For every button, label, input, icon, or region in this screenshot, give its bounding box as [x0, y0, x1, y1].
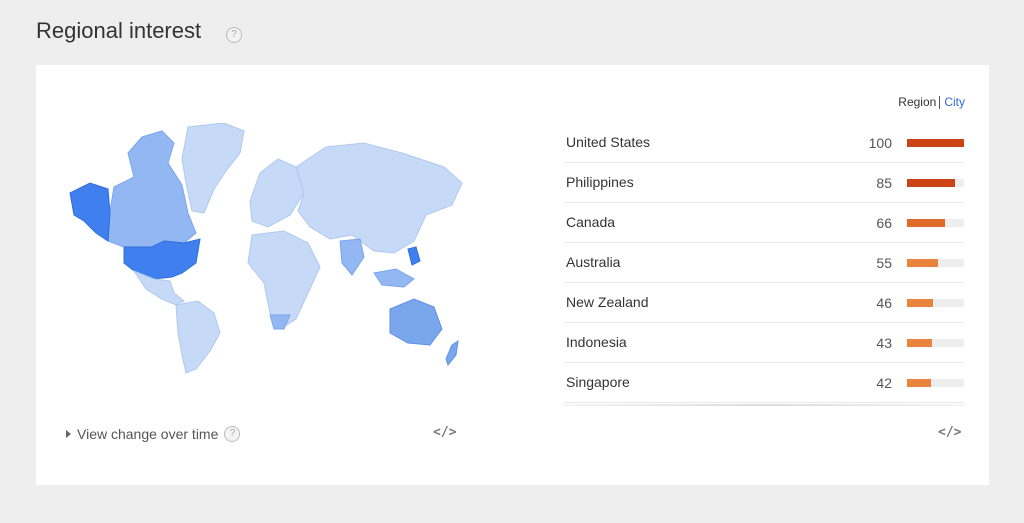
list-item[interactable]: Canada 66	[564, 203, 964, 243]
list-item[interactable]: United States 100	[564, 123, 964, 163]
interest-bar-fill	[907, 139, 964, 147]
list-item[interactable]: Indonesia 43	[564, 323, 964, 363]
region-value: 43	[876, 335, 892, 351]
map-canada	[107, 130, 197, 248]
region-name: Australia	[566, 254, 621, 270]
map-south-africa	[269, 314, 291, 330]
interest-bar	[907, 259, 964, 267]
page-title: Regional interest	[36, 18, 202, 43]
region-value: 66	[876, 215, 892, 231]
region-value: 85	[876, 175, 892, 191]
map-greenland	[181, 123, 245, 214]
map-asia	[295, 142, 463, 254]
help-icon[interactable]: ?	[224, 426, 241, 442]
view-change-label: View change over time	[77, 426, 219, 442]
region-name: Philippines	[566, 174, 634, 190]
map-africa	[247, 230, 321, 330]
expand-arrow-icon	[66, 430, 71, 438]
interest-bar-fill	[907, 299, 934, 307]
interest-bar	[907, 219, 964, 227]
interest-bar-fill	[907, 379, 931, 387]
map-south-america	[175, 300, 221, 374]
toggle-region[interactable]: Region	[898, 95, 936, 109]
embed-code-icon[interactable]: </>	[938, 425, 961, 440]
region-value: 42	[876, 375, 892, 391]
region-value: 100	[868, 135, 892, 151]
interest-bar-fill	[907, 259, 939, 267]
interest-bar	[907, 339, 964, 347]
map-india	[339, 238, 365, 276]
region-name: New Zealand	[566, 294, 649, 310]
map-australia	[389, 298, 443, 346]
region-name: Indonesia	[566, 334, 627, 350]
interest-bar	[907, 299, 964, 307]
help-icon[interactable]: ?	[226, 27, 242, 43]
map-philippines	[407, 246, 421, 266]
region-name: United States	[566, 134, 651, 150]
map-new-zealand	[445, 339, 459, 367]
world-map[interactable]	[64, 123, 464, 375]
region-value: 55	[876, 255, 892, 271]
list-bottom-divider	[564, 404, 964, 406]
interest-bar	[907, 179, 964, 187]
toggle-city[interactable]: City	[944, 95, 965, 109]
toggle-divider	[939, 96, 941, 110]
interest-bar	[907, 139, 964, 147]
list-item[interactable]: Australia 55	[564, 243, 964, 283]
interest-bar-fill	[907, 219, 945, 227]
interest-bar-fill	[907, 339, 932, 347]
region-name: Canada	[566, 214, 616, 230]
map-europe	[249, 158, 305, 228]
regional-interest-card: View change over time ? </> Region City U…	[36, 65, 989, 485]
interest-bar	[907, 379, 964, 387]
list-item[interactable]: Singapore 42	[564, 363, 964, 403]
region-city-toggle: Region City	[898, 95, 965, 110]
map-indonesia	[373, 268, 415, 288]
region-value: 46	[876, 295, 892, 311]
view-change-over-time-link[interactable]: View change over time ?	[66, 426, 241, 442]
embed-code-icon[interactable]: </>	[433, 425, 456, 440]
interest-bar-fill	[907, 179, 956, 187]
list-item[interactable]: New Zealand 46	[564, 283, 964, 323]
region-name: Singapore	[566, 374, 630, 390]
list-item[interactable]: Philippines 85	[564, 163, 964, 203]
region-list: United States 100 Philippines 85 Canada …	[564, 123, 964, 406]
map-alaska	[69, 182, 111, 242]
